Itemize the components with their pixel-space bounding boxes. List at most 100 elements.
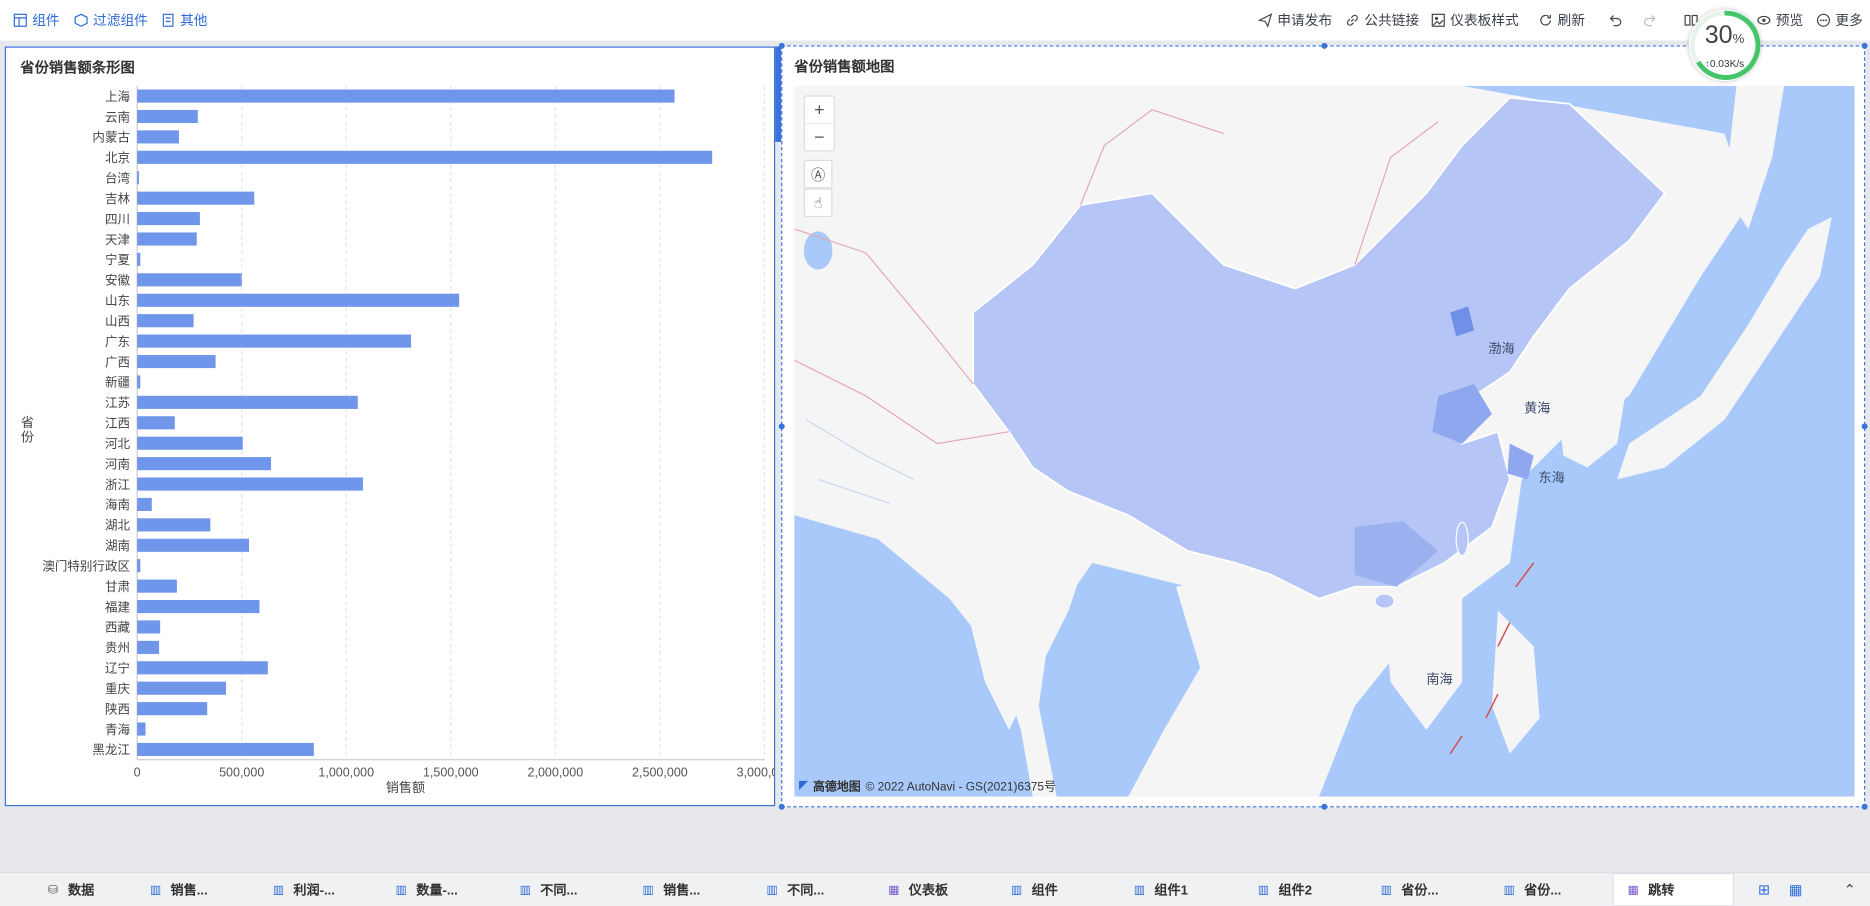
y-tick-label: 云南 (105, 109, 130, 124)
redo-button[interactable] (1641, 0, 1657, 41)
chart-icon: ▥ (1133, 883, 1146, 897)
more-icon (1815, 13, 1831, 29)
y-tick-label: 安徽 (105, 274, 131, 288)
tab-dashboard[interactable]: ▦ 仪表板 (886, 873, 948, 906)
apply-publish-button[interactable]: 申请发布 (1257, 0, 1332, 41)
zoom-out-button[interactable]: − (805, 122, 834, 150)
public-link-button[interactable]: 公共链接 (1344, 0, 1419, 41)
x-tick-label: 0 (134, 765, 141, 779)
tab-sheet[interactable]: ▥ 省份... (1379, 873, 1439, 906)
pan-map-tool[interactable]: ☝ (803, 188, 833, 218)
tab-sheet[interactable]: ▥ 组件2 (1256, 873, 1312, 906)
bar (137, 212, 200, 226)
tab-sheet[interactable]: ▥ 数量-... (394, 873, 458, 906)
toolbar-component-label: 组件 (32, 14, 60, 29)
bar (137, 620, 161, 634)
preview-button[interactable]: 预览 (1756, 0, 1803, 41)
tab-sheet[interactable]: ▥ 省份... (1501, 873, 1562, 906)
map-panel[interactable]: 省份销售额地图 + − Ⓐ ☝ 渤海 黄海 东海 南海 ◤ 高德地图 © 202… (778, 42, 1868, 810)
bar (137, 150, 713, 164)
y-tick-label: 重庆 (105, 681, 131, 696)
x-tick-label: 2,000,000 (528, 765, 584, 779)
more-button[interactable]: 更多 (1815, 0, 1863, 41)
amap-logo-icon: ◤ (799, 778, 809, 792)
tab-sheet[interactable]: ▥ 销售... (640, 873, 701, 906)
top-toolbar: 组件 过滤组件 其他 申请发布 公共链接 仪表板样式 刷新 预览 更多 (0, 0, 1870, 42)
bar (137, 722, 146, 736)
zoom-in-button[interactable]: + (805, 97, 834, 123)
bar (137, 518, 211, 532)
undo-button[interactable] (1608, 0, 1624, 41)
chart-icon: ▥ (1011, 883, 1023, 897)
tab-label: 利润-... (293, 883, 335, 899)
chart-icon: ▥ (1503, 883, 1515, 897)
y-tick-label: 广东 (105, 335, 130, 349)
bar-chart: 0 500,000 1,000,000 1,500,000 2,000,000 2,500… (21, 85, 774, 795)
add-dashboard-icon: ▦ (1788, 881, 1803, 899)
dashboard-style-button[interactable]: 仪表板样式 (1430, 0, 1519, 41)
tab-sheet[interactable]: ▥ 不同... (764, 873, 825, 906)
map-graphic (794, 85, 1855, 797)
tab-label: 仪表板 (908, 883, 949, 899)
y-tick-label: 浙江 (105, 478, 130, 492)
refresh-icon (1537, 13, 1553, 29)
chevron-up-icon: ⌃ (1843, 881, 1856, 899)
bar (137, 457, 271, 471)
reset-map-tool[interactable]: Ⓐ (803, 159, 833, 189)
tab-label: 省份... (1401, 883, 1439, 899)
bar (137, 109, 198, 124)
resize-handle[interactable] (778, 42, 785, 49)
toolbar-other-label: 其他 (180, 14, 208, 29)
map-canvas[interactable]: + − Ⓐ ☝ 渤海 黄海 东海 南海 ◤ 高德地图 © 2022 AutoNa… (794, 85, 1855, 797)
toolbar-other-button[interactable]: 其他 (160, 0, 208, 41)
toolbar-filter-component-button[interactable]: 过滤组件 (73, 0, 148, 41)
y-tick-label: 福建 (105, 600, 131, 614)
database-icon: ⛁ (48, 883, 59, 897)
tab-sheet[interactable]: ▥ 组件1 (1132, 873, 1188, 906)
more-label: 更多 (1835, 14, 1863, 29)
resize-handle[interactable] (1861, 803, 1868, 810)
bar (137, 375, 141, 389)
bar (137, 171, 139, 185)
y-tick-label: 辽宁 (105, 662, 130, 676)
add-sheet-button[interactable]: ⊞ (1758, 873, 1770, 906)
y-tick-label: 台湾 (105, 171, 130, 186)
resize-handle[interactable] (1321, 803, 1328, 810)
refresh-button[interactable]: 刷新 (1537, 0, 1585, 41)
y-tick-label: 天津 (105, 233, 130, 247)
x-tick-label: 500,000 (219, 765, 264, 779)
collapse-tabs-button[interactable]: ⌃ (1844, 873, 1856, 906)
toolbar-component-button[interactable]: 组件 (12, 0, 60, 41)
tab-sheet[interactable]: ▥ 利润-... (271, 873, 335, 906)
bar (137, 477, 363, 491)
x-tick-label: 3,000,000 (737, 765, 774, 779)
tab-data[interactable]: ⛁ 数据 (45, 873, 94, 906)
y-tick-label: 山东 (105, 294, 130, 308)
bar-chart-panel[interactable]: 省份销售额条形图 0 500,000 1,000,000 1,500,000 2,000… (4, 46, 776, 807)
tab-sheet[interactable]: ▥ 组件 (1009, 873, 1058, 906)
y-tick-label: 上海 (105, 90, 131, 104)
x-tick-label: 1,000,000 (318, 765, 374, 779)
resize-handle[interactable] (778, 803, 785, 810)
sea-label-yellow-sea: 黄海 (1524, 401, 1551, 417)
bar (137, 497, 152, 512)
tab-jump-active[interactable]: ▦ 跳转 (1612, 872, 1735, 906)
bar (137, 559, 141, 573)
chart-icon: ▥ (1380, 883, 1393, 897)
attribution-text: © 2022 AutoNavi - GS(2021)6375号 (865, 781, 1056, 795)
bar (137, 416, 175, 430)
bar (137, 640, 160, 654)
resize-handle[interactable] (778, 423, 785, 430)
x-axis-label: 销售额 (386, 780, 425, 795)
tab-label: 数量-... (416, 883, 458, 899)
resize-handle[interactable] (1861, 42, 1868, 49)
resize-handle[interactable] (1861, 423, 1868, 430)
chart-icon: ▥ (395, 883, 407, 897)
tab-sheet[interactable]: ▥ 不同... (518, 873, 578, 906)
map-zoom-control: + − (803, 95, 835, 152)
chart-icon: ▥ (1257, 883, 1270, 897)
resize-handle[interactable] (1321, 42, 1328, 49)
tab-sheet[interactable]: ▥ 销售... (148, 873, 208, 906)
tab-label: 不同... (787, 883, 825, 899)
add-dashboard-button[interactable]: ▦ (1789, 873, 1803, 906)
